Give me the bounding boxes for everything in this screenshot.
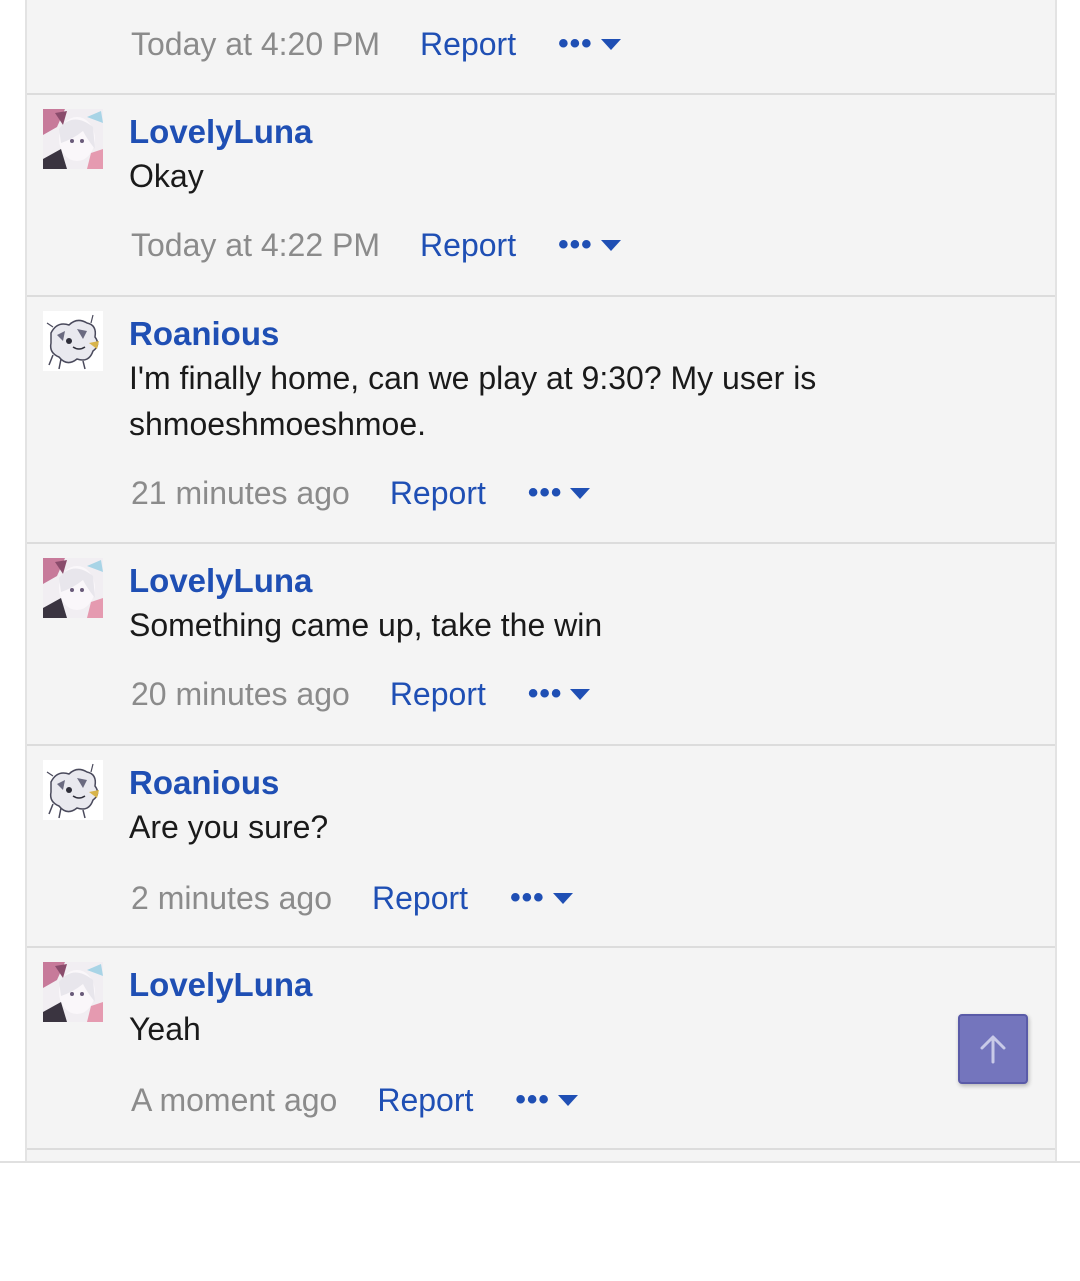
- chevron-down-icon: [600, 239, 621, 251]
- creature-sketch-avatar-icon: [43, 311, 103, 371]
- anime-girl-avatar-icon: [43, 558, 103, 618]
- post-meta: 20 minutes ago Report •••: [131, 674, 591, 714]
- more-dots-icon: •••: [510, 881, 545, 914]
- message-post: LovelyLuna Yeah A moment ago Report •••: [27, 948, 1055, 1150]
- divider: [0, 1161, 1080, 1163]
- scroll-to-top-button[interactable]: [958, 1014, 1028, 1084]
- post-meta: A moment ago Report •••: [131, 1080, 578, 1120]
- more-actions-button[interactable]: •••: [528, 478, 591, 508]
- post-body: Yeah: [129, 1011, 201, 1047]
- post-body: Are you sure?: [129, 809, 329, 845]
- chevron-down-icon: [570, 688, 591, 700]
- report-link[interactable]: Report: [377, 1082, 473, 1119]
- post-username[interactable]: LovelyLuna: [129, 113, 312, 151]
- more-actions-button[interactable]: •••: [528, 679, 591, 709]
- more-dots-icon: •••: [558, 228, 593, 261]
- post-timestamp[interactable]: 21 minutes ago: [131, 475, 350, 512]
- chevron-down-icon: [600, 38, 621, 50]
- post-meta: Today at 4:20 PM Report •••: [131, 24, 621, 64]
- arrow-up-icon: [980, 1035, 1006, 1064]
- report-link[interactable]: Report: [390, 676, 486, 713]
- post-body: Something came up, take the win: [129, 607, 603, 643]
- message-post: Today at 4:20 PM Report •••: [27, 0, 1055, 95]
- post-username[interactable]: Roanious: [129, 764, 279, 802]
- avatar[interactable]: [43, 109, 103, 169]
- avatar[interactable]: [43, 962, 103, 1022]
- more-actions-button[interactable]: •••: [510, 883, 573, 913]
- message-post: LovelyLuna Okay Today at 4:22 PM Report …: [27, 95, 1055, 297]
- chevron-down-icon: [552, 892, 573, 904]
- avatar[interactable]: [43, 311, 103, 371]
- chevron-down-icon: [570, 487, 591, 499]
- post-timestamp[interactable]: A moment ago: [131, 1082, 337, 1119]
- message-post: Roanious I'm finally home, can we play a…: [27, 297, 1055, 544]
- post-timestamp[interactable]: 20 minutes ago: [131, 676, 350, 713]
- report-link[interactable]: Report: [372, 880, 468, 917]
- post-username[interactable]: LovelyLuna: [129, 966, 312, 1004]
- more-dots-icon: •••: [558, 27, 593, 60]
- post-meta: 21 minutes ago Report •••: [131, 473, 591, 513]
- report-link[interactable]: Report: [390, 475, 486, 512]
- report-link[interactable]: Report: [420, 26, 516, 63]
- creature-sketch-avatar-icon: [43, 760, 103, 820]
- post-body: I'm finally home, can we play at 9:30? M…: [129, 360, 817, 442]
- more-dots-icon: •••: [515, 1083, 550, 1116]
- post-timestamp[interactable]: Today at 4:20 PM: [131, 26, 380, 63]
- message-thread: Today at 4:20 PM Report ••• LovelyLuna O…: [25, 0, 1057, 1162]
- avatar[interactable]: [43, 760, 103, 820]
- post-username[interactable]: LovelyLuna: [129, 562, 312, 600]
- post-timestamp[interactable]: 2 minutes ago: [131, 880, 332, 917]
- anime-girl-avatar-icon: [43, 109, 103, 169]
- post-username[interactable]: Roanious: [129, 315, 279, 353]
- message-post: LovelyLuna Something came up, take the w…: [27, 544, 1055, 746]
- more-dots-icon: •••: [527, 476, 563, 509]
- more-actions-button[interactable]: •••: [515, 1085, 578, 1115]
- post-meta: Today at 4:22 PM Report •••: [131, 225, 621, 265]
- post-body: Okay: [129, 158, 204, 194]
- chevron-down-icon: [557, 1094, 578, 1106]
- more-actions-button[interactable]: •••: [558, 29, 621, 59]
- message-post: Roanious Are you sure? 2 minutes ago Rep…: [27, 746, 1055, 948]
- more-actions-button[interactable]: •••: [558, 230, 621, 260]
- report-link[interactable]: Report: [420, 227, 516, 264]
- post-timestamp[interactable]: Today at 4:22 PM: [131, 227, 380, 264]
- post-meta: 2 minutes ago Report •••: [131, 878, 573, 918]
- anime-girl-avatar-icon: [43, 962, 103, 1022]
- avatar[interactable]: [43, 558, 103, 618]
- more-dots-icon: •••: [527, 677, 563, 710]
